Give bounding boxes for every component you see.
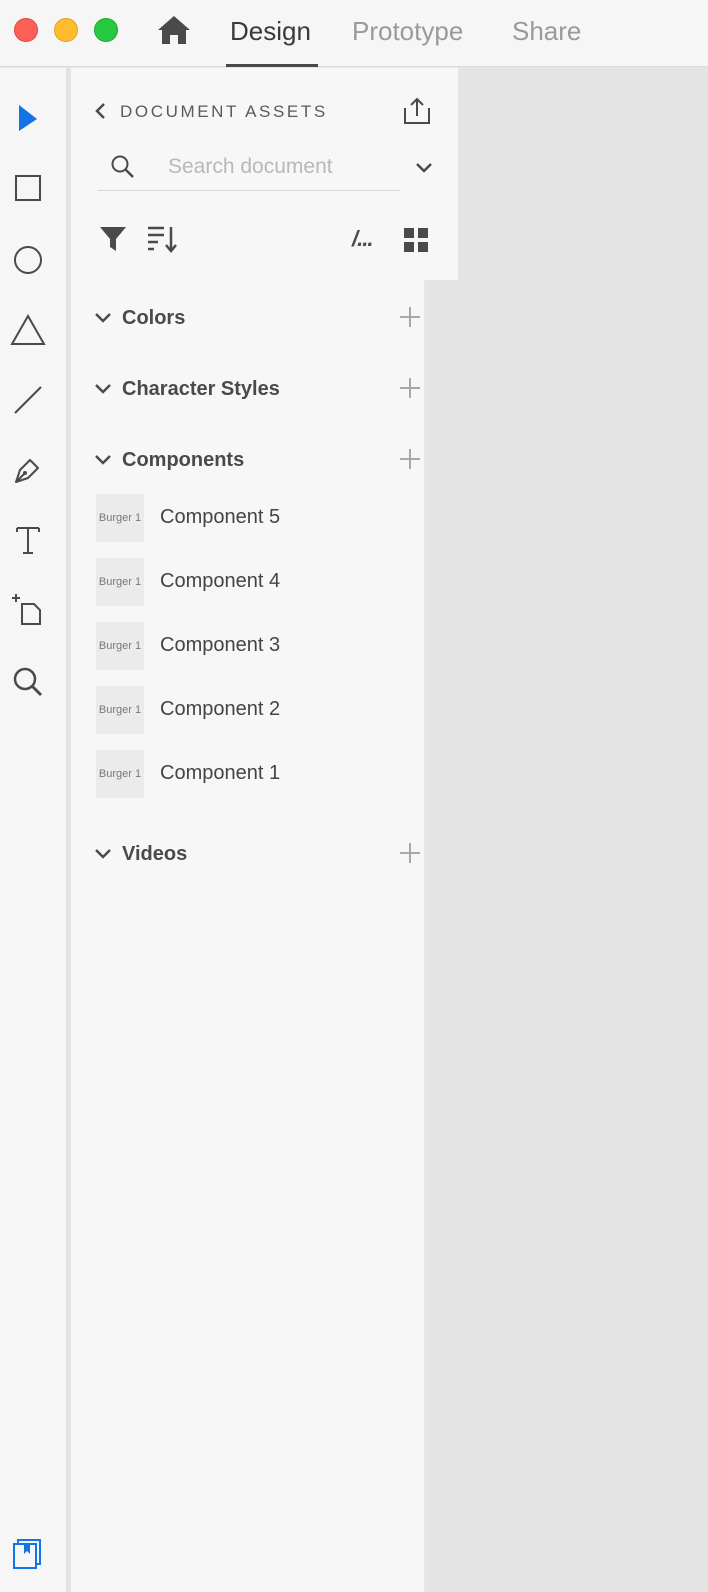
- minimize-window-button[interactable]: [54, 18, 78, 42]
- section-colors[interactable]: Colors: [94, 303, 185, 333]
- section-character-styles[interactable]: Character Styles: [94, 374, 280, 404]
- section-videos[interactable]: Videos: [94, 839, 187, 869]
- section-label: Colors: [122, 306, 186, 329]
- tab-prototype[interactable]: Prototype: [352, 14, 463, 48]
- path-view-icon[interactable]: /...: [352, 226, 373, 252]
- active-tab-indicator: [226, 64, 318, 67]
- component-item[interactable]: Burger 1 Component 5: [96, 494, 416, 542]
- component-name: Component 5: [160, 506, 281, 528]
- chevron-down-icon: [95, 384, 111, 394]
- search-icon: [110, 154, 136, 180]
- component-item[interactable]: Burger 1 Component 1: [96, 750, 416, 798]
- section-label: Videos: [122, 842, 188, 865]
- tab-share[interactable]: Share: [512, 14, 581, 48]
- search-underline: [98, 190, 400, 191]
- section-label: Character Styles: [122, 377, 280, 400]
- line-tool-icon[interactable]: [8, 380, 48, 420]
- component-thumbnail: Burger 1: [96, 750, 144, 798]
- chevron-down-icon[interactable]: [414, 160, 434, 176]
- search-input[interactable]: [148, 150, 388, 184]
- pen-tool-icon[interactable]: [8, 450, 48, 490]
- artboard-tool-icon[interactable]: [8, 590, 48, 630]
- add-character-style-button[interactable]: [398, 376, 422, 400]
- component-name: Component 3: [160, 634, 281, 656]
- zoom-tool-icon[interactable]: [8, 662, 48, 702]
- chevron-down-icon: [95, 313, 111, 323]
- grid-view-icon[interactable]: [404, 228, 428, 252]
- share-icon[interactable]: [402, 96, 432, 126]
- chevron-down-icon: [95, 849, 111, 859]
- component-name: Component 2: [160, 698, 281, 720]
- zoom-window-button[interactable]: [94, 18, 118, 42]
- component-item[interactable]: Burger 1 Component 3: [96, 622, 416, 670]
- chevron-down-icon: [95, 455, 111, 465]
- tab-design[interactable]: Design: [230, 14, 311, 48]
- title-bar: Design Prototype Share: [0, 0, 708, 67]
- component-thumbnail: Burger 1: [96, 622, 144, 670]
- component-thumbnail: Burger 1: [96, 494, 144, 542]
- back-chevron-icon[interactable]: [92, 101, 108, 121]
- document-assets-icon[interactable]: [12, 1538, 44, 1570]
- section-label: Components: [122, 448, 245, 471]
- text-tool-icon[interactable]: [8, 520, 48, 560]
- add-color-button[interactable]: [398, 305, 422, 329]
- add-component-button[interactable]: [398, 447, 422, 471]
- component-item[interactable]: Burger 1 Component 2: [96, 686, 416, 734]
- panel-title: DOCUMENT ASSETS: [120, 102, 328, 121]
- tool-bar: [0, 68, 68, 1592]
- component-thumbnail: Burger 1: [96, 558, 144, 606]
- section-components[interactable]: Components: [94, 445, 244, 475]
- sort-icon[interactable]: [146, 224, 180, 254]
- add-video-button[interactable]: [398, 841, 422, 865]
- filter-icon[interactable]: [98, 224, 128, 254]
- ellipse-tool-icon[interactable]: [8, 240, 48, 280]
- close-window-button[interactable]: [14, 18, 38, 42]
- component-thumbnail: Burger 1: [96, 686, 144, 734]
- component-name: Component 1: [160, 762, 281, 784]
- component-name: Component 4: [160, 570, 281, 592]
- rectangle-tool-icon[interactable]: [8, 168, 48, 208]
- polygon-tool-icon[interactable]: [8, 310, 48, 350]
- select-tool-icon[interactable]: [8, 98, 48, 138]
- component-item[interactable]: Burger 1 Component 4: [96, 558, 416, 606]
- home-icon[interactable]: [156, 14, 192, 46]
- assets-panel: [71, 68, 426, 1592]
